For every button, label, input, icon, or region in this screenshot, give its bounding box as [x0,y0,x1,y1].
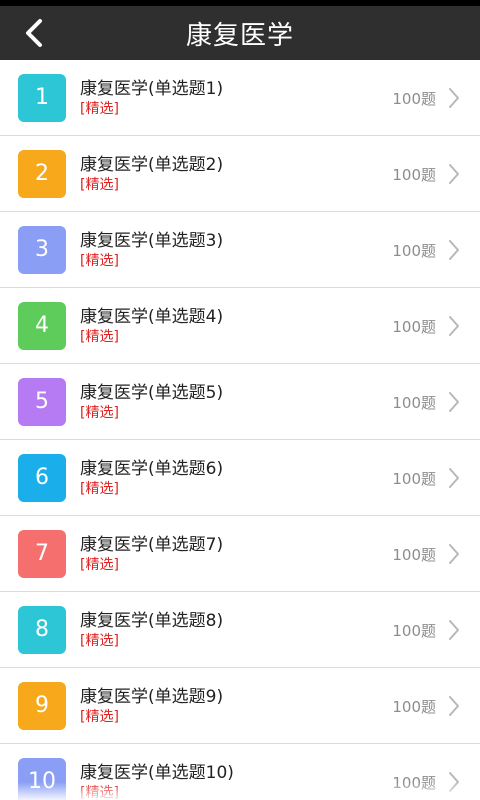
item-number-badge: 10 [18,757,66,800]
item-text-group: 康复医学(单选题2) [精选] [80,154,223,194]
item-count: 100题 [392,545,436,564]
item-text-group: 康复医学(单选题7) [精选] [80,534,223,574]
chevron-right-icon [444,212,464,288]
item-tag: [精选] [80,100,119,117]
item-tag: [精选] [80,556,119,573]
item-title: 康复医学(单选题8) [80,610,224,631]
list-item[interactable]: 4 康复医学(单选题4) [精选] 100题 [0,288,480,364]
item-number-badge: 9 [18,681,66,730]
list-item[interactable]: 6 康复医学(单选题6) [精选] 100题 [0,440,480,516]
item-count: 100题 [392,165,436,184]
item-tag: [精选] [80,480,119,497]
chevron-right-icon [444,668,464,744]
item-tag: [精选] [80,784,119,800]
item-number-badge: 7 [18,529,66,578]
list-item[interactable]: 2 康复医学(单选题2) [精选] 100题 [0,136,480,212]
top-bar: 康复医学 [0,6,480,60]
item-number-badge: 4 [18,301,66,350]
item-number-badge: 1 [18,73,66,122]
item-title: 康复医学(单选题2) [80,154,224,175]
item-count: 100题 [392,469,436,488]
item-title: 康复医学(单选题3) [80,230,224,251]
item-text-group: 康复医学(单选题4) [精选] [80,306,223,346]
list-item[interactable]: 9 康复医学(单选题9) [精选] 100题 [0,668,480,744]
item-count: 100题 [392,393,436,412]
list-item[interactable]: 1 康复医学(单选题1) [精选] 100题 [0,60,480,136]
item-tag: [精选] [80,176,119,193]
chevron-left-icon [26,19,42,47]
list-item[interactable]: 5 康复医学(单选题5) [精选] 100题 [0,364,480,440]
chevron-right-icon [444,288,464,364]
item-number-badge: 2 [18,149,66,198]
item-count: 100题 [392,773,436,792]
item-text-group: 康复医学(单选题8) [精选] [80,610,223,650]
item-title: 康复医学(单选题6) [80,458,224,479]
item-text-group: 康复医学(单选题1) [精选] [80,78,223,118]
item-tag: [精选] [80,632,119,649]
item-number-badge: 8 [18,605,66,654]
item-text-group: 康复医学(单选题3) [精选] [80,230,223,270]
chevron-right-icon [444,516,464,592]
list-item[interactable]: 7 康复医学(单选题7) [精选] 100题 [0,516,480,592]
item-text-group: 康复医学(单选题5) [精选] [80,382,223,422]
chevron-right-icon [444,136,464,212]
list-item[interactable]: 3 康复医学(单选题3) [精选] 100题 [0,212,480,288]
item-number-badge: 6 [18,453,66,502]
item-count: 100题 [392,89,436,108]
item-count: 100题 [392,241,436,260]
item-number-badge: 3 [18,225,66,274]
back-button[interactable] [12,6,56,60]
item-title: 康复医学(单选题5) [80,382,224,403]
item-title: 康复医学(单选题4) [80,306,224,327]
page-title: 康复医学 [185,20,294,51]
list-item[interactable]: 8 康复医学(单选题8) [精选] 100题 [0,592,480,668]
item-title: 康复医学(单选题9) [80,686,224,707]
chevron-right-icon [444,60,464,136]
chevron-right-icon [444,592,464,668]
item-title: 康复医学(单选题10) [80,762,234,783]
exam-list: 1 康复医学(单选题1) [精选] 100题 2 康复医学(单选题2) [精选]… [0,60,480,800]
item-text-group: 康复医学(单选题9) [精选] [80,686,223,726]
item-title: 康复医学(单选题1) [80,78,224,99]
item-count: 100题 [392,621,436,640]
item-count: 100题 [392,697,436,716]
list-item[interactable]: 10 康复医学(单选题10) [精选] 100题 [0,744,480,800]
item-tag: [精选] [80,404,119,421]
chevron-right-icon [444,744,464,800]
item-title: 康复医学(单选题7) [80,534,224,555]
item-tag: [精选] [80,708,119,725]
item-tag: [精选] [80,252,119,269]
chevron-right-icon [444,440,464,516]
item-text-group: 康复医学(单选题6) [精选] [80,458,223,498]
item-number-badge: 5 [18,377,66,426]
item-tag: [精选] [80,328,119,345]
chevron-right-icon [444,364,464,440]
item-text-group: 康复医学(单选题10) [精选] [80,762,234,800]
item-count: 100题 [392,317,436,336]
